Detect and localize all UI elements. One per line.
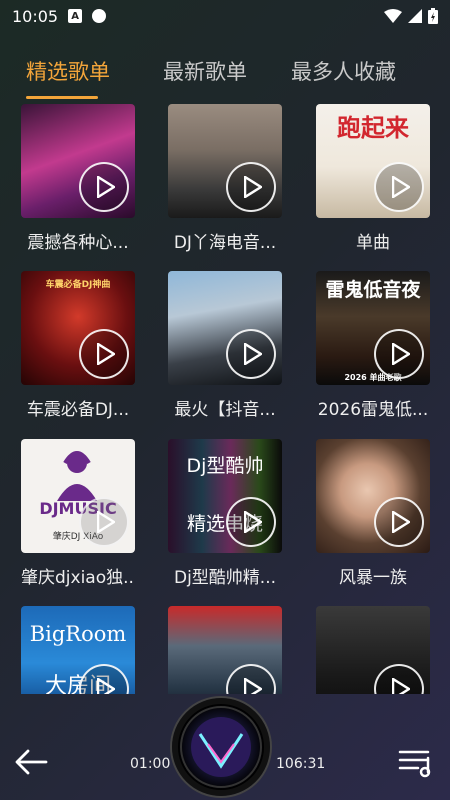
- playlist-title[interactable]: DJ丫海电音...: [168, 228, 282, 253]
- play-icon[interactable]: [226, 162, 276, 212]
- play-icon[interactable]: [374, 329, 424, 379]
- playlist-title[interactable]: 车震必备DJ...: [21, 395, 135, 420]
- playlist-card[interactable]: 车震必备DJ神曲 车震必备DJ...: [21, 271, 135, 420]
- tab-bar: 精选歌单 最新歌单 最多人收藏: [0, 50, 450, 100]
- playlist-card[interactable]: 风暴一族: [316, 439, 430, 588]
- status-right: [384, 8, 438, 24]
- play-icon[interactable]: [226, 329, 276, 379]
- playlist-cover[interactable]: 雷鬼低音夜 2026 单曲老歌: [316, 271, 430, 385]
- playlist-title[interactable]: Dj型酷帅精...: [168, 563, 282, 588]
- playlist-title[interactable]: 2026雷鬼低...: [316, 395, 430, 420]
- arrow-left-icon[interactable]: [14, 748, 48, 776]
- playlist-card[interactable]: 震撼各种心...: [21, 104, 135, 253]
- tab-most-favorited[interactable]: 最多人收藏: [291, 56, 396, 86]
- playlist-title[interactable]: 震撼各种心...: [21, 228, 135, 253]
- play-icon[interactable]: [374, 162, 424, 212]
- play-icon[interactable]: [226, 497, 276, 547]
- playlist-cover[interactable]: [168, 606, 282, 694]
- play-icon[interactable]: [79, 162, 129, 212]
- signal-icon: [408, 9, 422, 23]
- play-icon[interactable]: [374, 497, 424, 547]
- tab-featured[interactable]: 精选歌单: [26, 56, 110, 86]
- play-icon[interactable]: [79, 329, 129, 379]
- playlist-title[interactable]: 肇庆djxiao独...: [21, 563, 135, 588]
- status-bar: 10:05 A: [0, 0, 450, 32]
- notification-badge-icon: A: [68, 9, 83, 23]
- playlist-title[interactable]: 风暴一族: [316, 563, 430, 588]
- playlist-cover[interactable]: [316, 606, 430, 694]
- total-time: 106:31: [276, 756, 326, 772]
- playlist-card[interactable]: 跑起来 单曲: [316, 104, 430, 253]
- playlist-cover[interactable]: [316, 439, 430, 553]
- playlist-cover[interactable]: 车震必备DJ神曲: [21, 271, 135, 385]
- cover-text: BigRoom: [29, 622, 127, 646]
- playlist-card[interactable]: 最火【抖音...: [168, 271, 282, 420]
- playlist-card[interactable]: BigRoom 大房间: [21, 606, 135, 694]
- playlist-cover[interactable]: [21, 104, 135, 218]
- status-left: 10:05 A: [12, 6, 107, 26]
- battery-icon: [428, 8, 438, 24]
- play-icon[interactable]: [226, 664, 276, 694]
- disc-art-icon: [180, 706, 262, 788]
- playlist-card[interactable]: DJ丫海电音...: [168, 104, 282, 253]
- playlist-grid: 震撼各种心... DJ丫海电音... 跑起来 单曲 车震必备DJ神曲 车震必备D…: [0, 104, 450, 694]
- playlist-cover[interactable]: [168, 271, 282, 385]
- mini-player: 01:00 106:31: [0, 694, 450, 800]
- playlist-card[interactable]: [168, 606, 282, 694]
- cover-text: Dj型酷帅: [186, 455, 264, 477]
- playlist-cover[interactable]: DJMUSIC 肇庆DJ XiAo: [21, 439, 135, 553]
- cover-text: 跑起来: [337, 114, 409, 142]
- notification-dot-icon: [92, 9, 107, 23]
- cover-text: 车震必备DJ神曲: [45, 280, 111, 290]
- playlist-card[interactable]: DJMUSIC 肇庆DJ XiAo 肇庆djxiao独...: [21, 439, 135, 588]
- playlist-icon[interactable]: [398, 746, 436, 778]
- status-time: 10:05: [12, 6, 59, 26]
- playlist-cover[interactable]: 跑起来: [316, 104, 430, 218]
- playlist-cover[interactable]: [168, 104, 282, 218]
- playlist-card[interactable]: [316, 606, 430, 694]
- wifi-icon: [384, 9, 402, 23]
- playlist-cover[interactable]: Dj型酷帅 精选串烧: [168, 439, 282, 553]
- play-icon[interactable]: [374, 664, 424, 694]
- cover-text: 雷鬼低音夜: [325, 279, 421, 301]
- dj-logo-icon: [57, 451, 97, 501]
- playlist-title[interactable]: 单曲: [316, 228, 430, 253]
- playlist-card[interactable]: Dj型酷帅 精选串烧 Dj型酷帅精...: [168, 439, 282, 588]
- active-tab-indicator: [26, 96, 98, 99]
- playlist-cover[interactable]: BigRoom 大房间: [21, 606, 135, 694]
- playlist-title[interactable]: 最火【抖音...: [168, 395, 282, 420]
- play-icon[interactable]: [79, 497, 129, 547]
- album-disc[interactable]: [172, 698, 270, 796]
- playlist-card[interactable]: 雷鬼低音夜 2026 单曲老歌 2026雷鬼低...: [316, 271, 430, 420]
- tab-newest[interactable]: 最新歌单: [163, 56, 247, 86]
- current-time: 01:00: [130, 756, 171, 772]
